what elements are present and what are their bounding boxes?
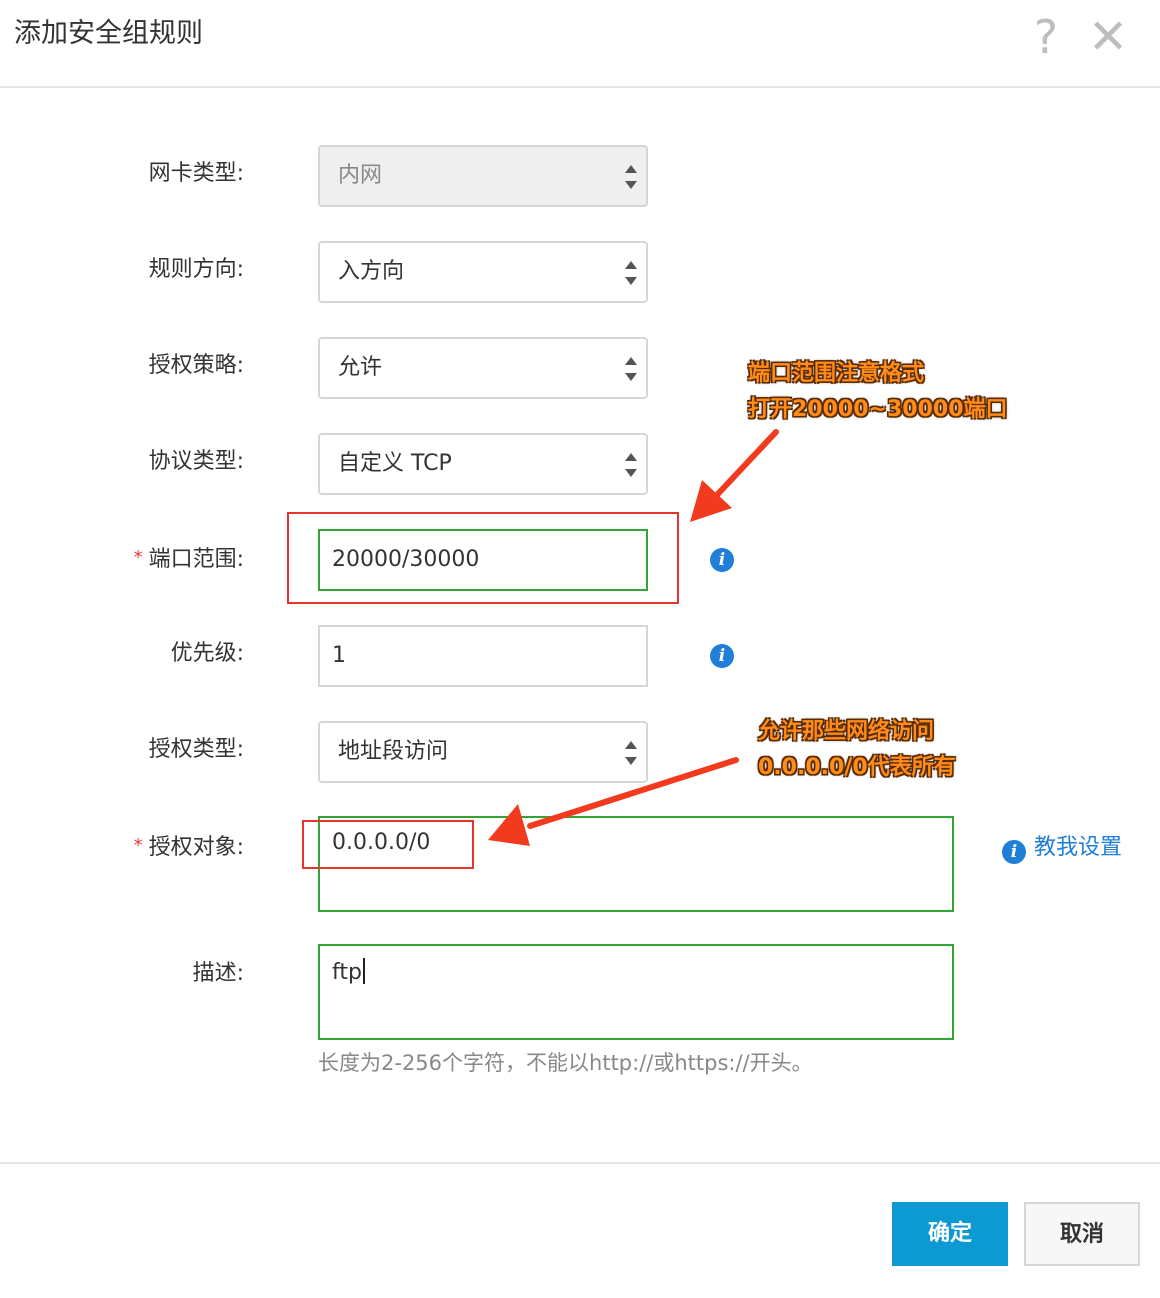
cancel-button[interactable]: 取消 bbox=[1024, 1202, 1140, 1266]
annotation-arrows bbox=[488, 429, 779, 846]
confirm-button[interactable]: 确定 bbox=[892, 1202, 1008, 1266]
auth-annotation-arrow bbox=[488, 757, 739, 846]
footer-divider bbox=[0, 1162, 1160, 1164]
port-annotation-arrow bbox=[690, 429, 779, 522]
